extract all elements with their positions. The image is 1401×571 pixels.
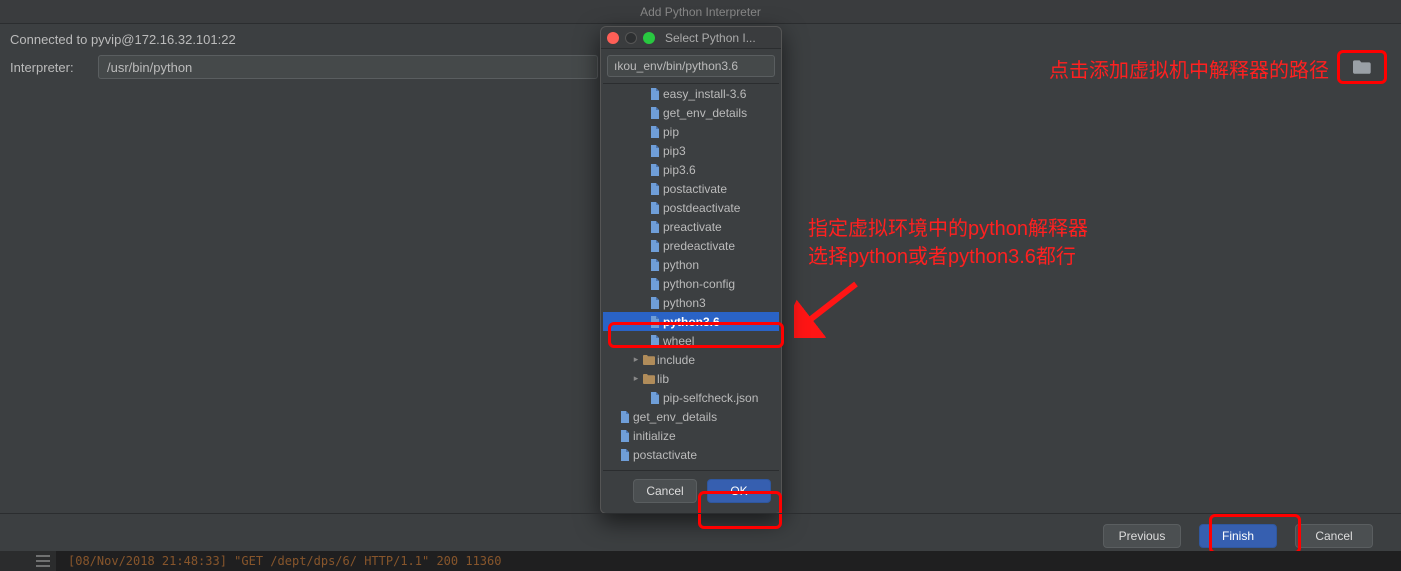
file-chooser-dialog: Select Python I... ıkou_env/bin/python3.… <box>600 26 782 514</box>
finish-button[interactable]: Finish <box>1199 524 1277 548</box>
hamburger-icon <box>36 555 50 567</box>
file-icon <box>647 126 663 138</box>
annotation-mid-line1: 指定虚拟环境中的python解释器 <box>808 215 1088 243</box>
file-icon <box>647 107 663 119</box>
file-icon <box>617 430 633 442</box>
tree-item-label: wheel <box>663 334 694 348</box>
minimize-icon <box>625 32 637 44</box>
file-icon <box>647 240 663 252</box>
tree-file-item[interactable]: get_env_details <box>603 103 779 122</box>
tree-file-item[interactable]: get_env_details <box>603 407 779 426</box>
tree-file-item[interactable]: pip3 <box>603 141 779 160</box>
terminal-log-line: [08/Nov/2018 21:48:33] "GET /dept/dps/6/… <box>68 554 501 568</box>
tree-file-item[interactable]: postactivate <box>603 179 779 198</box>
folder-icon <box>1352 59 1372 75</box>
tree-file-item[interactable]: postactivate <box>603 445 779 464</box>
expand-icon: ▸ <box>631 373 641 384</box>
expand-icon: ▸ <box>631 354 641 365</box>
tree-item-label: python3 <box>663 296 706 310</box>
chooser-ok-button[interactable]: OK <box>707 479 771 503</box>
cancel-button[interactable]: Cancel <box>1295 524 1373 548</box>
tree-item-label: pip-selfcheck.json <box>663 391 758 405</box>
file-icon <box>647 278 663 290</box>
tree-file-item[interactable]: wheel <box>603 331 779 350</box>
chooser-title: Select Python I... <box>665 31 756 45</box>
tree-file-item[interactable]: pip-selfcheck.json <box>603 388 779 407</box>
tree-item-label: python <box>663 258 699 272</box>
chooser-titlebar: Select Python I... <box>601 27 781 49</box>
file-icon <box>647 164 663 176</box>
tree-file-item[interactable]: pip3.6 <box>603 160 779 179</box>
tree-item-label: pip3 <box>663 144 686 158</box>
file-icon <box>647 392 663 404</box>
tree-item-label: preactivate <box>663 220 722 234</box>
close-icon[interactable] <box>607 32 619 44</box>
tree-item-label: pip <box>663 125 679 139</box>
file-icon <box>647 335 663 347</box>
annotation-arrow <box>794 278 864 338</box>
interpreter-path-input[interactable] <box>98 55 598 79</box>
browse-folder-button[interactable] <box>1337 50 1387 84</box>
annotation-top: 点击添加虚拟机中解释器的路径 <box>1049 54 1329 83</box>
terminal-gutter <box>0 551 56 571</box>
file-icon <box>647 88 663 100</box>
tree-file-item[interactable]: postdeactivate <box>603 198 779 217</box>
tree-file-item[interactable]: pip <box>603 122 779 141</box>
tree-file-item[interactable]: python <box>603 255 779 274</box>
terminal-panel: [08/Nov/2018 21:48:33] "GET /dept/dps/6/… <box>0 551 1401 571</box>
file-icon <box>647 145 663 157</box>
tree-item-label: postactivate <box>663 182 727 196</box>
tree-folder-item[interactable]: ▸ lib <box>603 369 779 388</box>
chooser-cancel-button[interactable]: Cancel <box>633 479 697 503</box>
file-icon <box>647 183 663 195</box>
tree-item-label: initialize <box>633 429 676 443</box>
tree-item-label: python3.6 <box>663 315 720 329</box>
tree-folder-item[interactable]: ▸ include <box>603 350 779 369</box>
tree-item-label: include <box>657 353 695 367</box>
window-title: Add Python Interpreter <box>640 5 761 19</box>
annotation-middle: 指定虚拟环境中的python解释器 选择python或者python3.6都行 <box>808 215 1088 271</box>
chooser-button-row: Cancel OK <box>601 471 781 513</box>
tree-item-label: lib <box>657 372 669 386</box>
wizard-button-bar: Previous Finish Cancel <box>0 513 1401 551</box>
previous-button[interactable]: Previous <box>1103 524 1181 548</box>
tree-item-label: postdeactivate <box>663 201 740 215</box>
tree-file-item[interactable]: python3.6 <box>603 312 779 331</box>
tree-file-item[interactable]: predeactivate <box>603 236 779 255</box>
file-icon <box>647 221 663 233</box>
tree-file-item[interactable]: easy_install-3.6 <box>603 84 779 103</box>
tree-item-label: pip3.6 <box>663 163 696 177</box>
chooser-path-field[interactable]: ıkou_env/bin/python3.6 <box>607 55 775 77</box>
file-tree[interactable]: easy_install-3.6get_env_detailspippip3pi… <box>603 83 779 471</box>
tree-file-item[interactable]: python3 <box>603 293 779 312</box>
file-icon <box>647 202 663 214</box>
file-icon <box>647 259 663 271</box>
tree-item-label: get_env_details <box>633 410 717 424</box>
file-icon <box>647 297 663 309</box>
tree-file-item[interactable]: preactivate <box>603 217 779 236</box>
tree-item-label: predeactivate <box>663 239 735 253</box>
folder-icon <box>641 355 657 365</box>
folder-icon <box>641 374 657 384</box>
tree-item-label: easy_install-3.6 <box>663 87 746 101</box>
tree-item-label: get_env_details <box>663 106 747 120</box>
window-titlebar: Add Python Interpreter <box>0 0 1401 24</box>
interpreter-label: Interpreter: <box>10 60 88 75</box>
maximize-icon[interactable] <box>643 32 655 44</box>
tree-item-label: postactivate <box>633 448 697 462</box>
tree-file-item[interactable]: python-config <box>603 274 779 293</box>
file-icon <box>617 411 633 423</box>
annotation-mid-line2: 选择python或者python3.6都行 <box>808 243 1088 271</box>
tree-item-label: python-config <box>663 277 735 291</box>
chooser-path-text: ıkou_env/bin/python3.6 <box>614 59 738 73</box>
file-icon <box>647 316 663 328</box>
file-icon <box>617 449 633 461</box>
tree-file-item[interactable]: initialize <box>603 426 779 445</box>
